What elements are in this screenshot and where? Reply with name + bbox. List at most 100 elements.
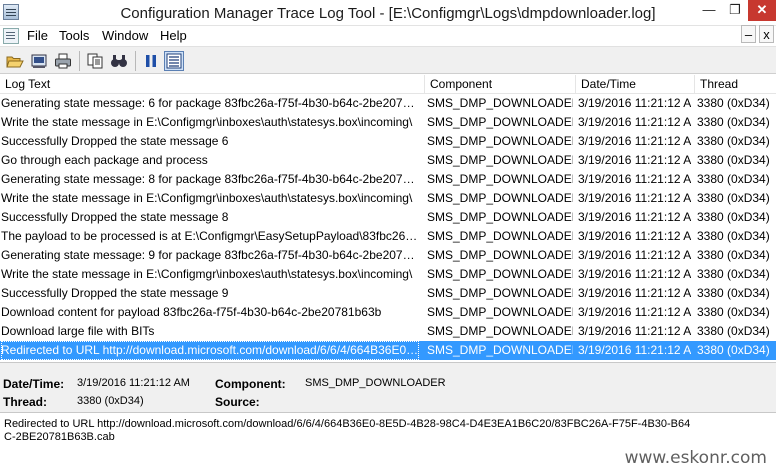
cell-component: SMS_DMP_DOWNLOADER <box>427 96 573 110</box>
cell-component: SMS_DMP_DOWNLOADER <box>427 191 573 205</box>
message-text: Redirected to URL http://download.micros… <box>4 418 691 443</box>
cell-component: SMS_DMP_DOWNLOADER <box>427 267 573 281</box>
column-header-datetime[interactable]: Date/Time <box>576 75 695 94</box>
table-row[interactable]: Successfully Dropped the state message 6… <box>0 132 776 151</box>
cell-component: SMS_DMP_DOWNLOADER <box>427 286 573 300</box>
title-bar: Configuration Manager Trace Log Tool - [… <box>0 0 776 26</box>
cell-datetime: 3/19/2016 11:21:12 AM <box>578 324 691 338</box>
cell-thread: 3380 (0xD34) <box>697 324 770 338</box>
cell-thread: 3380 (0xD34) <box>697 210 770 224</box>
close-button[interactable]: ✕ <box>748 0 776 21</box>
table-row[interactable]: Successfully Dropped the state message 8… <box>0 208 776 227</box>
cell-datetime: 3/19/2016 11:21:12 AM <box>578 191 691 205</box>
column-header-log-text[interactable]: Log Text <box>0 75 425 94</box>
table-row[interactable]: Write the state message in E:\Configmgr\… <box>0 189 776 208</box>
menu-tools[interactable]: Tools <box>59 28 89 43</box>
cell-datetime: 3/19/2016 11:21:12 AM <box>578 153 691 167</box>
cell-log-text: Redirected to URL http://download.micros… <box>1 341 419 360</box>
cell-datetime: 3/19/2016 11:21:12 AM <box>578 172 691 186</box>
cell-log-text: Download content for payload 83fbc26a-f7… <box>1 305 382 319</box>
cell-thread: 3380 (0xD34) <box>697 172 770 186</box>
cell-thread: 3380 (0xD34) <box>697 134 770 148</box>
cell-datetime: 3/19/2016 11:21:12 AM <box>578 343 691 357</box>
watermark-text: www.eskonr.com <box>624 448 767 468</box>
cell-log-text: Successfully Dropped the state message 8 <box>1 210 229 224</box>
cell-thread: 3380 (0xD34) <box>697 96 770 110</box>
cell-datetime: 3/19/2016 11:21:12 AM <box>578 210 691 224</box>
column-header-thread[interactable]: Thread <box>695 75 776 94</box>
print-icon[interactable] <box>53 51 73 71</box>
toolbar-separator <box>79 51 80 71</box>
copy-icon[interactable] <box>85 51 105 71</box>
component-label: Component: <box>215 377 286 391</box>
cell-datetime: 3/19/2016 11:21:12 AM <box>578 134 691 148</box>
cell-log-text: Generating state message: 9 for package … <box>1 248 419 262</box>
table-row[interactable]: Go through each package and process SMS_D… <box>0 151 776 170</box>
cell-datetime: 3/19/2016 11:21:12 AM <box>578 305 691 319</box>
grid-body: Generating state message: 6 for package … <box>0 94 776 360</box>
cell-component: SMS_DMP_DOWNLOADER <box>427 324 573 338</box>
highlight-icon[interactable] <box>164 51 184 71</box>
open-folder-icon[interactable] <box>5 51 25 71</box>
cell-thread: 3380 (0xD34) <box>697 343 770 357</box>
maximize-button[interactable]: ❐ <box>722 0 748 21</box>
menu-help[interactable]: Help <box>160 28 187 43</box>
print-preview-icon[interactable] <box>29 51 49 71</box>
component-value: SMS_DMP_DOWNLOADER <box>305 377 446 389</box>
datetime-label: Date/Time: <box>3 377 65 391</box>
table-row[interactable]: Download large file with BITs SMS_DMP_DOW… <box>0 322 776 341</box>
mdi-close-button[interactable]: x <box>759 25 774 43</box>
table-row[interactable]: Generating state message: 6 for package … <box>0 94 776 113</box>
cell-datetime: 3/19/2016 11:21:12 AM <box>578 96 691 110</box>
log-grid[interactable]: Log Text Component Date/Time Thread Gene… <box>0 75 776 361</box>
pause-icon[interactable] <box>141 51 161 71</box>
toolbar-separator <box>135 51 136 71</box>
table-row[interactable]: Generating state message: 9 for package … <box>0 246 776 265</box>
cell-thread: 3380 (0xD34) <box>697 153 770 167</box>
cell-thread: 3380 (0xD34) <box>697 115 770 129</box>
cell-log-text: The payload to be processed is at E:\Con… <box>1 229 419 243</box>
table-row[interactable]: Redirected to URL http://download.micros… <box>0 341 776 360</box>
table-row[interactable]: Successfully Dropped the state message 9… <box>0 284 776 303</box>
table-row[interactable]: Generating state message: 8 for package … <box>0 170 776 189</box>
cell-component: SMS_DMP_DOWNLOADER <box>427 134 573 148</box>
minimize-button[interactable]: — <box>696 0 722 21</box>
thread-label: Thread: <box>3 395 48 409</box>
mdi-minimize-button[interactable]: – <box>741 25 756 43</box>
cell-log-text: Write the state message in E:\Configmgr\… <box>1 191 413 205</box>
cell-component: SMS_DMP_DOWNLOADER <box>427 229 573 243</box>
window-title: Configuration Manager Trace Log Tool - [… <box>120 5 656 22</box>
cell-component: SMS_DMP_DOWNLOADER <box>427 115 573 129</box>
cell-log-text: Write the state message in E:\Configmgr\… <box>1 115 413 129</box>
cell-thread: 3380 (0xD34) <box>697 286 770 300</box>
table-row[interactable]: Write the state message in E:\Configmgr\… <box>0 113 776 132</box>
source-label: Source: <box>215 395 260 409</box>
cell-thread: 3380 (0xD34) <box>697 248 770 262</box>
menu-file[interactable]: File <box>27 28 48 43</box>
cell-datetime: 3/19/2016 11:21:12 AM <box>578 115 691 129</box>
datetime-value: 3/19/2016 11:21:12 AM <box>77 377 190 389</box>
cell-datetime: 3/19/2016 11:21:12 AM <box>578 248 691 262</box>
column-header-component[interactable]: Component <box>425 75 576 94</box>
cell-datetime: 3/19/2016 11:21:12 AM <box>578 229 691 243</box>
menu-window[interactable]: Window <box>102 28 148 43</box>
cell-log-text: Generating state message: 6 for package … <box>1 96 419 110</box>
cell-log-text: Download large file with BITs <box>1 324 155 338</box>
cell-component: SMS_DMP_DOWNLOADER <box>427 343 573 357</box>
document-window-icon[interactable] <box>3 28 19 44</box>
cell-log-text: Generating state message: 8 for package … <box>1 172 419 186</box>
table-row[interactable]: Download content for payload 83fbc26a-f7… <box>0 303 776 322</box>
find-icon[interactable] <box>109 51 129 71</box>
cell-log-text: Write the state message in E:\Configmgr\… <box>1 267 413 281</box>
cell-component: SMS_DMP_DOWNLOADER <box>427 153 573 167</box>
cell-component: SMS_DMP_DOWNLOADER <box>427 172 573 186</box>
cell-component: SMS_DMP_DOWNLOADER <box>427 210 573 224</box>
cell-thread: 3380 (0xD34) <box>697 267 770 281</box>
table-row[interactable]: The payload to be processed is at E:\Con… <box>0 227 776 246</box>
cell-thread: 3380 (0xD34) <box>697 305 770 319</box>
details-pane: Date/Time: 3/19/2016 11:21:12 AM Compone… <box>0 362 776 412</box>
menu-bar: File Tools Window Help <box>0 26 776 46</box>
table-row[interactable]: Write the state message in E:\Configmgr\… <box>0 265 776 284</box>
cell-component: SMS_DMP_DOWNLOADER <box>427 248 573 262</box>
cell-log-text: Go through each package and process <box>1 153 208 167</box>
